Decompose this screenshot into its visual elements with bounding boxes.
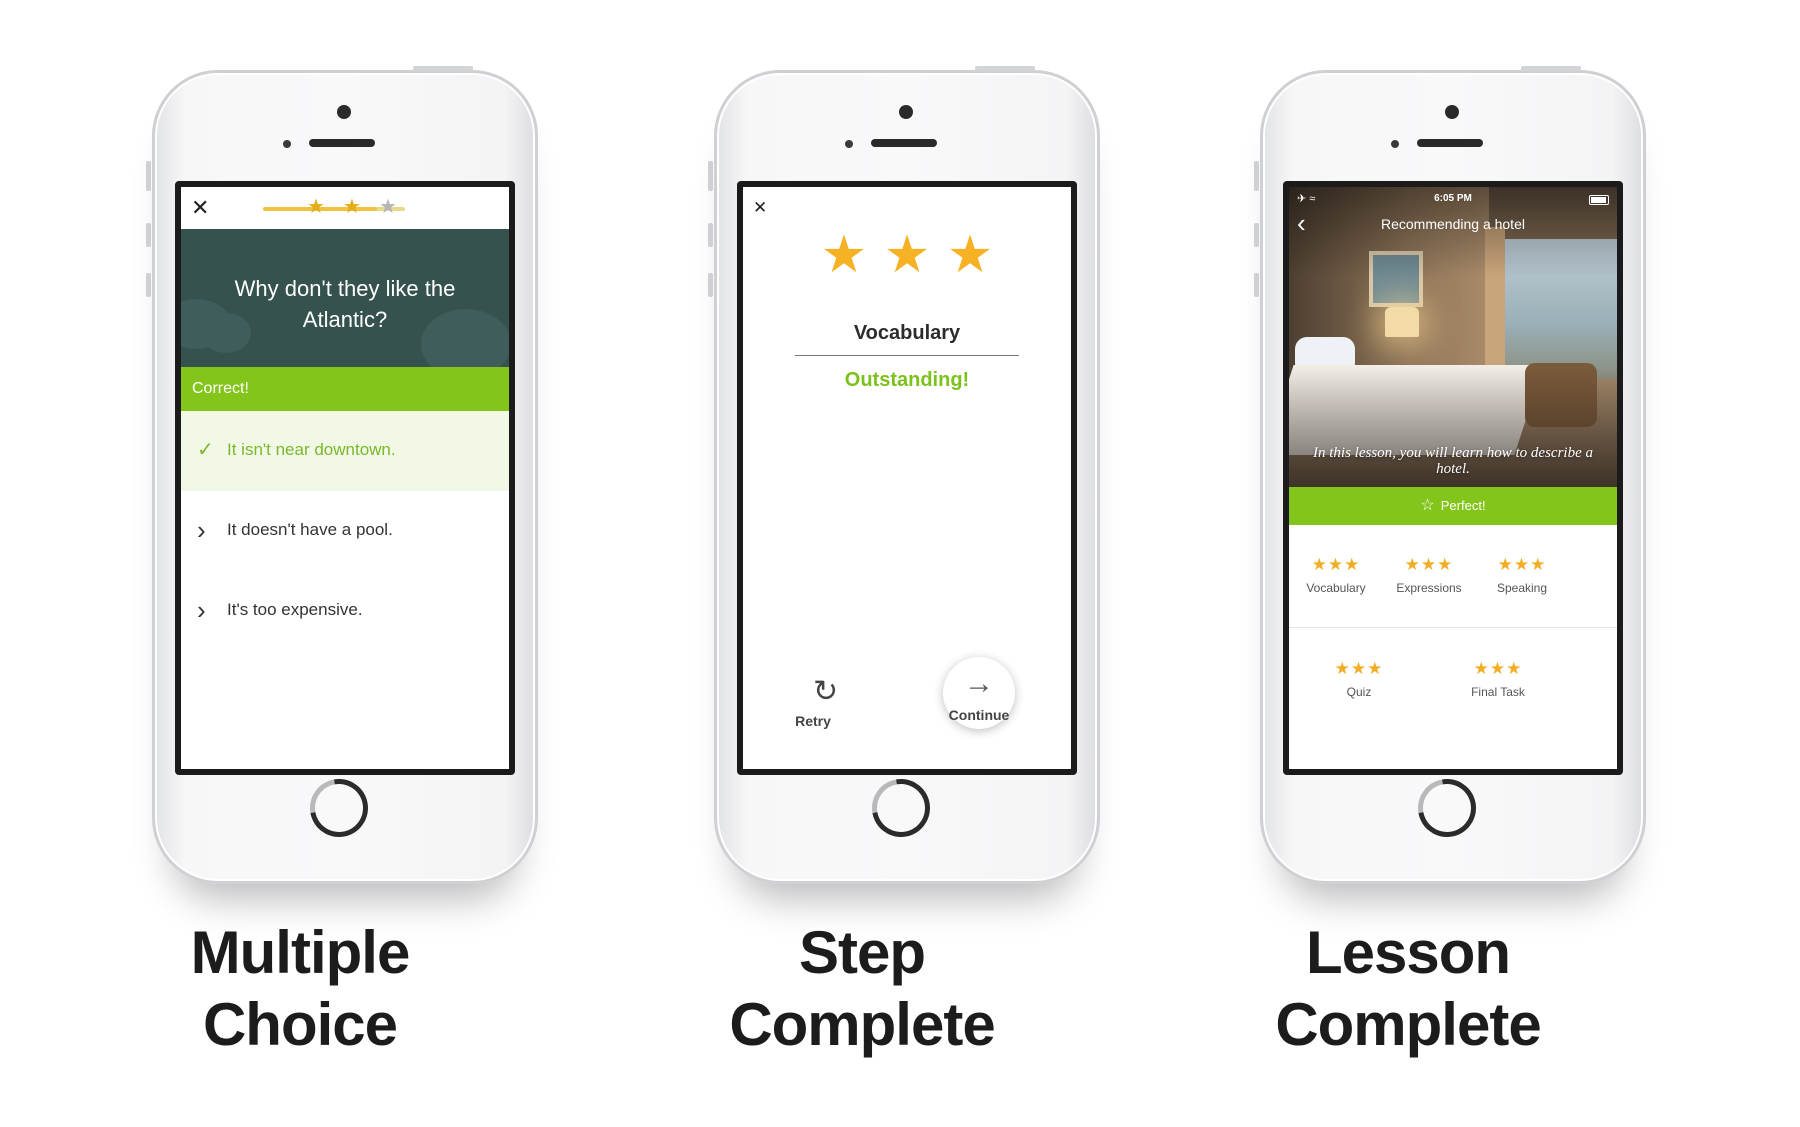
caption-line: Multiple (190, 919, 411, 986)
continue-button[interactable]: → Continue (943, 657, 1015, 729)
power-button (413, 66, 473, 71)
front-camera (899, 105, 913, 119)
volume-up-button (708, 223, 713, 247)
feedback-banner: Correct! (181, 367, 509, 411)
power-button (1521, 66, 1581, 71)
mute-switch (146, 161, 151, 191)
close-icon[interactable]: ✕ (191, 195, 209, 221)
phone-screen: ✈ ≈ 6:05 PM ‹ Recommending a hotel In th… (1283, 181, 1623, 775)
home-button (298, 767, 380, 849)
volume-up-button (146, 223, 151, 247)
volume-down-button (1254, 273, 1259, 297)
lesson-complete-screen: ✈ ≈ 6:05 PM ‹ Recommending a hotel In th… (1289, 187, 1617, 769)
skill-final-task[interactable]: ★★★ Final Task (1443, 659, 1553, 701)
proximity-sensor (283, 140, 291, 148)
skill-label: Speaking (1496, 581, 1548, 595)
proximity-sensor (845, 140, 853, 148)
step-name: Vocabulary (795, 319, 1019, 356)
skill-label: Final Task (1471, 685, 1525, 699)
earpiece-speaker (1417, 139, 1483, 147)
caption: Multiple Choice (0, 917, 600, 1061)
mockup-multiple-choice: ✕ ★ ★ ★ Why don't they like the Atlantic… (0, 0, 600, 1127)
phone-screen: ✕ ★ ★ ★ Vocabulary Outstanding! ↻ Retry … (737, 181, 1077, 775)
status-time: 6:05 PM (1434, 193, 1472, 204)
arrow-right-icon: → (964, 667, 994, 700)
retry-icon[interactable]: ↻ (813, 677, 838, 707)
hotel-room-image: ✈ ≈ 6:05 PM ‹ Recommending a hotel In th… (1289, 187, 1617, 487)
perfect-banner: ☆ Perfect! (1289, 487, 1617, 525)
caption-line: Complete (729, 991, 995, 1058)
battery-icon (1589, 195, 1609, 205)
answer-text: It isn't near downtown. (227, 440, 396, 459)
skill-stars-icon: ★★★ (1497, 555, 1547, 574)
front-camera (337, 105, 351, 119)
proximity-sensor (1391, 140, 1399, 148)
front-camera (1445, 105, 1459, 119)
skill-label: Quiz (1346, 685, 1372, 699)
phone-screen: ✕ ★ ★ ★ Why don't they like the Atlantic… (175, 181, 515, 775)
star-icon: ★ (883, 226, 931, 284)
iphone-frame: ✕ ★ ★ ★ Why don't they like the Atlantic… (146, 66, 538, 884)
chevron-right-icon: › (197, 515, 206, 545)
star-icon: ★ (946, 226, 994, 284)
home-button (860, 767, 942, 849)
perfect-label: Perfect! (1440, 498, 1486, 513)
skill-stars-icon: ★★★ (1334, 659, 1384, 678)
volume-down-button (708, 273, 713, 297)
stars-earned: ★ ★ ★ (743, 227, 1071, 283)
answer-text: It doesn't have a pool. (227, 520, 393, 539)
mockup-step-complete: ✕ ★ ★ ★ Vocabulary Outstanding! ↻ Retry … (562, 0, 1162, 1127)
retry-button[interactable]: Retry (781, 713, 845, 729)
skill-stars-icon: ★★★ (1473, 659, 1523, 678)
home-button (1406, 767, 1488, 849)
caption: Step Complete (562, 917, 1162, 1061)
lesson-description: In this lesson, you will learn how to de… (1313, 445, 1593, 477)
caption-line: Lesson (1305, 919, 1511, 986)
mute-switch (708, 161, 713, 191)
mockup-lesson-complete: ✈ ≈ 6:05 PM ‹ Recommending a hotel In th… (1108, 0, 1708, 1127)
iphone-frame: ✈ ≈ 6:05 PM ‹ Recommending a hotel In th… (1254, 66, 1646, 884)
divider (1289, 627, 1617, 628)
multiple-choice-screen: ✕ ★ ★ ★ Why don't they like the Atlantic… (181, 187, 509, 769)
progress-star-icon: ★ (379, 196, 397, 218)
progress-star-icon: ★ (343, 196, 361, 218)
iphone-frame: ✕ ★ ★ ★ Vocabulary Outstanding! ↻ Retry … (708, 66, 1100, 884)
question-panel: Why don't they like the Atlantic? (181, 229, 509, 379)
top-bar: ✕ ★ ★ ★ (181, 187, 509, 229)
answer-option[interactable]: › It doesn't have a pool. (181, 491, 509, 571)
star-icon: ★ (820, 226, 868, 284)
mute-switch (1254, 161, 1259, 191)
volume-up-button (1254, 223, 1259, 247)
caption-line: Choice (202, 991, 398, 1058)
chevron-right-icon: › (197, 595, 206, 625)
caption: Lesson Complete (1108, 917, 1708, 1061)
answer-option[interactable]: › It's too expensive. (181, 571, 509, 651)
close-icon[interactable]: ✕ (753, 195, 767, 221)
skill-quiz[interactable]: ★★★ Quiz (1304, 659, 1414, 701)
caption-line: Step (798, 919, 926, 986)
skill-speaking[interactable]: ★★★ Speaking (1467, 555, 1577, 597)
answer-text: It's too expensive. (227, 600, 363, 619)
result-text: Outstanding! (844, 369, 970, 391)
caption-line: Complete (1275, 991, 1541, 1058)
lesson-title: Recommending a hotel (1381, 216, 1525, 232)
volume-down-button (146, 273, 151, 297)
progress-star-icon: ★ (307, 196, 325, 218)
status-bar: ✈ ≈ 6:05 PM (1289, 191, 1617, 207)
answer-option[interactable]: ✓ It isn't near downtown. (181, 411, 509, 491)
power-button (975, 66, 1035, 71)
continue-label: Continue (948, 707, 1010, 723)
earpiece-speaker (871, 139, 937, 147)
star-outline-icon: ☆ (1420, 497, 1435, 514)
check-icon: ✓ (197, 439, 214, 461)
question-text: Why don't they like the Atlantic? (234, 276, 456, 332)
earpiece-speaker (309, 139, 375, 147)
step-complete-screen: ✕ ★ ★ ★ Vocabulary Outstanding! ↻ Retry … (743, 187, 1071, 769)
